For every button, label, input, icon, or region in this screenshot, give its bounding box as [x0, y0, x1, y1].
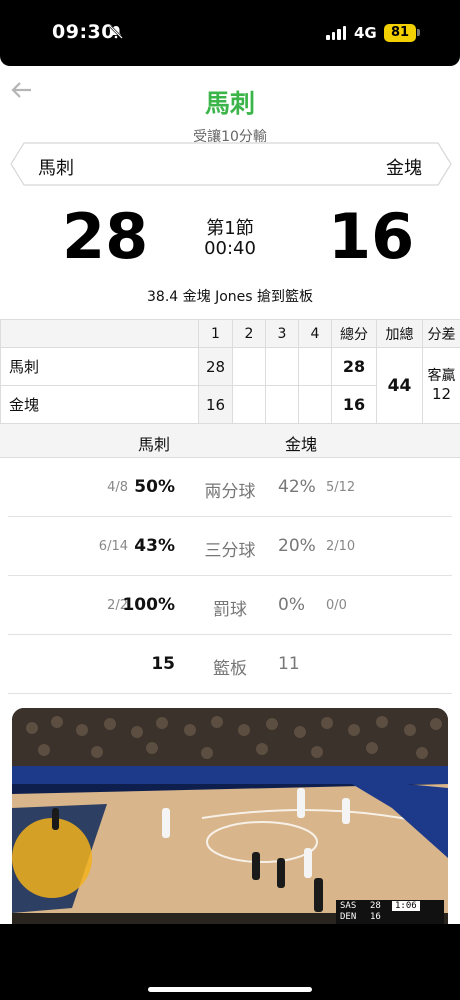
period-label: 第1節 [206, 218, 254, 239]
table-cell-q3 [265, 385, 299, 424]
basketball-court-image [12, 708, 448, 924]
team-stats-header: 馬刺 金塊 [0, 424, 460, 458]
away-stat-fraction: 0/0 [326, 598, 347, 613]
bell-slash-icon [109, 25, 123, 39]
table-cell-q2 [232, 385, 266, 424]
table-cell-q2 [232, 347, 266, 386]
table-cell-team: 馬刺 [0, 347, 199, 386]
battery-tip [417, 29, 420, 36]
table-header: 2 [232, 319, 266, 348]
margin-label: 客贏 [427, 367, 456, 384]
table-cell-team: 金塊 [0, 385, 199, 424]
match-detail-screen: 馬刺 受讓10分輸 馬刺 金塊 28 第1節 00:40 16 38.4 金塊 … [0, 56, 460, 924]
table-cell-q3 [265, 347, 299, 386]
scorebug-team1: SAS [340, 901, 357, 911]
away-stat-value: 42% [278, 477, 316, 497]
bottom-safe-area [0, 924, 460, 1000]
stats-away-label: 金塊 [285, 435, 318, 454]
table-header: 加總 [376, 319, 423, 348]
table-cell-total: 28 [331, 347, 377, 386]
away-team-name[interactable]: 金塊 [386, 154, 422, 180]
stat-row-rebounds: 15 籃板 11 [8, 635, 452, 694]
table-cell-q4 [298, 385, 332, 424]
table-row: 馬刺 28 28 44 客贏 12 [0, 347, 460, 424]
scorebug-score2: 16 [370, 912, 381, 922]
status-time: 09:30 [52, 21, 115, 43]
away-score: 16 [328, 200, 415, 273]
page-title: 馬刺 [204, 89, 255, 118]
game-scorebug: SAS 28 DEN 16 1:06 [336, 900, 444, 924]
table-header: 總分 [331, 319, 377, 348]
stat-name: 罰球 [213, 600, 247, 620]
stat-name: 三分球 [204, 541, 256, 561]
last-play-text: 38.4 金塊 Jones 搶到籃板 [147, 289, 313, 305]
signal-icon [326, 26, 346, 40]
team-switcher[interactable]: 馬刺 金塊 [10, 142, 452, 186]
away-stat-value: 20% [278, 536, 316, 556]
game-clock: 00:40 [204, 238, 256, 259]
away-stat-fraction: 5/12 [326, 480, 356, 495]
home-indicator[interactable] [148, 987, 312, 992]
away-stat-value: 11 [278, 654, 300, 674]
scorebug-team2: DEN [340, 912, 357, 922]
battery-indicator: 81 [384, 24, 416, 42]
stat-row-free-throws: 2/2 100% 罰球 0% 0/0 [8, 576, 452, 635]
stat-row-two-pointers: 4/8 50% 兩分球 42% 5/12 [8, 458, 452, 517]
table-cell-q1: 16 [198, 385, 233, 424]
table-header-row: 1 2 3 4 總分 加總 分差 [0, 319, 460, 348]
table-header: 分差 [422, 319, 460, 348]
status-bar: 09:30 4G 81 [0, 0, 460, 56]
table-header: 3 [265, 319, 299, 348]
table-cell-margin: 客贏 12 [422, 347, 460, 424]
away-stat-value: 0% [278, 595, 305, 615]
margin-value: 12 [431, 384, 452, 403]
table-header: 1 [198, 319, 233, 348]
scorebug-clock: 1:06 [392, 901, 420, 911]
table-cell-total: 16 [331, 385, 377, 424]
stats-home-label: 馬刺 [138, 435, 171, 454]
scorebug-score1: 28 [370, 901, 381, 911]
table-header [0, 319, 199, 348]
stat-name: 兩分球 [204, 482, 256, 502]
quarter-score-table: 1 2 3 4 總分 加總 分差 馬刺 28 28 44 客贏 12 金塊 16… [0, 319, 460, 424]
home-score: 28 [62, 200, 149, 273]
table-cell-q4 [298, 347, 332, 386]
video-player[interactable]: SAS 28 DEN 16 1:06 [12, 708, 448, 924]
table-cell-sum: 44 [376, 347, 423, 424]
home-team-name[interactable]: 馬刺 [38, 154, 74, 180]
table-header: 4 [298, 319, 332, 348]
table-cell-q1: 28 [198, 347, 233, 386]
stat-name: 籃板 [213, 659, 247, 679]
network-type: 4G [354, 24, 377, 42]
away-stat-fraction: 2/10 [326, 539, 356, 554]
top-strip [0, 56, 460, 66]
stat-row-three-pointers: 6/14 43% 三分球 20% 2/10 [8, 517, 452, 576]
